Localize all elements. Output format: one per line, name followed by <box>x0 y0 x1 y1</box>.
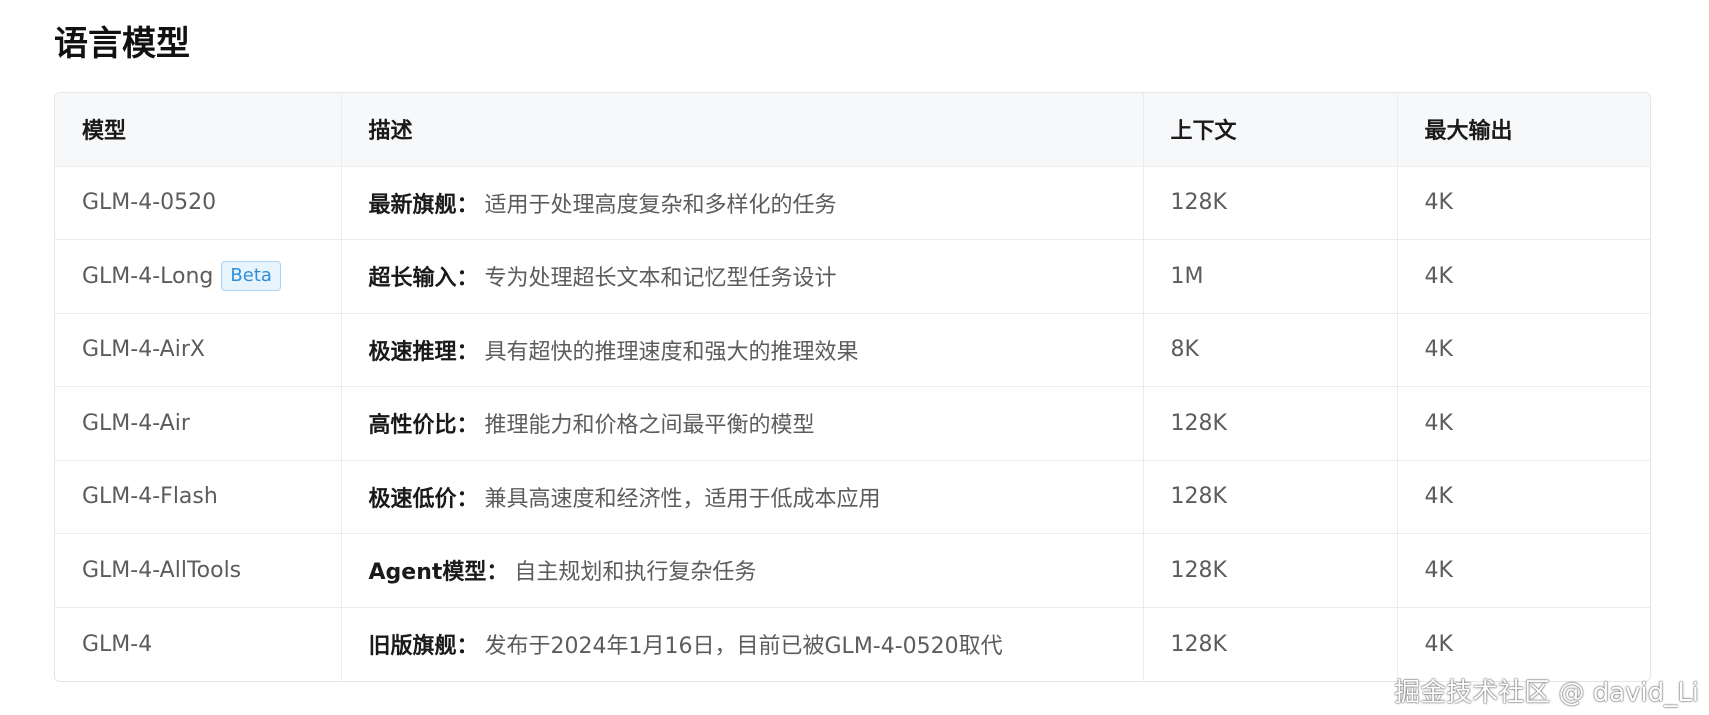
model-name: GLM-4-Flash <box>82 484 218 510</box>
cell-max-output: 4K <box>1397 239 1650 314</box>
cell-context: 8K <box>1143 313 1398 387</box>
cell-model: GLM-4-Air <box>55 386 342 461</box>
header-context: 上下文 <box>1143 93 1398 167</box>
description-label: 最新旗舰 <box>368 192 457 218</box>
cell-max-output: 4K <box>1397 533 1650 608</box>
table-row: GLM-4-Long Beta 超长输入： 专为处理超长文本和记忆型任务设计 1M … <box>55 239 1650 314</box>
description-text: 发布于2024年1月16日，目前已被GLM-4-0520取代 <box>484 634 1003 659</box>
description-colon: ： <box>456 266 479 292</box>
cell-model: GLM-4-AirX <box>55 313 342 387</box>
header-description: 描述 <box>341 93 1144 167</box>
model-name: GLM-4-0520 <box>82 190 217 216</box>
model-table: 模型 描述 上下文 最大输出 GLM-4-0520 最新旗舰： 适用于处理高度复杂… <box>55 93 1650 681</box>
model-name: GLM-4-Air <box>82 410 190 436</box>
cell-description: Agent模型： 自主规划和执行复杂任务 <box>341 533 1144 608</box>
description-label: Agent模型 <box>368 560 487 586</box>
description-text: 具有超快的推理速度和强大的推理效果 <box>484 339 859 365</box>
cell-description: 高性价比： 推理能力和价格之间最平衡的模型 <box>341 386 1144 461</box>
model-name: GLM-4-AllTools <box>82 557 242 583</box>
cell-max-output: 4K <box>1397 460 1650 534</box>
table-row: GLM-4-Air 高性价比： 推理能力和价格之间最平衡的模型 128K 4K <box>55 386 1650 461</box>
cell-model: GLM-4-Flash <box>55 460 342 534</box>
cell-model: GLM-4 <box>55 607 342 681</box>
header-model: 模型 <box>55 93 342 167</box>
description-label: 超长输入 <box>368 266 457 292</box>
table-row: GLM-4 旧版旗舰： 发布于2024年1月16日，目前已被GLM-4-0520取… <box>55 607 1650 681</box>
description-text: 自主规划和执行复杂任务 <box>514 560 757 586</box>
cell-description: 极速低价： 兼具高速度和经济性，适用于低成本应用 <box>341 460 1144 534</box>
cell-max-output: 4K <box>1397 386 1650 461</box>
description-text: 专为处理超长文本和记忆型任务设计 <box>484 266 837 292</box>
description-text: 推理能力和价格之间最平衡的模型 <box>484 413 815 439</box>
cell-context: 128K <box>1143 166 1398 240</box>
model-table-container: 模型 描述 上下文 最大输出 GLM-4-0520 最新旗舰： 适用于处理高度复杂… <box>54 92 1651 682</box>
watermark: 掘金技术社区 @ david_Li <box>1394 678 1699 708</box>
description-text: 适用于处理高度复杂和多样化的任务 <box>484 192 837 218</box>
description-colon: ： <box>456 486 479 512</box>
cell-description: 超长输入： 专为处理超长文本和记忆型任务设计 <box>341 239 1144 314</box>
model-name: GLM-4-Long <box>82 264 214 290</box>
table-row: GLM-4-AirX 极速推理： 具有超快的推理速度和强大的推理效果 8K 4K <box>55 313 1650 387</box>
table-row: GLM-4-AllTools Agent模型： 自主规划和执行复杂任务 128K … <box>55 533 1650 608</box>
description-label: 旧版旗舰 <box>368 634 457 659</box>
description-label: 极速低价 <box>368 486 457 512</box>
beta-badge: Beta <box>221 261 281 292</box>
page: 语言模型 模型 描述 上下文 最大输出 GLM-4-0520 最新旗舰： 适用于处… <box>0 0 1709 715</box>
cell-description: 最新旗舰： 适用于处理高度复杂和多样化的任务 <box>341 166 1144 240</box>
description-label: 高性价比 <box>368 413 457 439</box>
description-colon: ： <box>456 192 479 218</box>
table-header-row: 模型 描述 上下文 最大输出 <box>55 93 1650 167</box>
description-text: 兼具高速度和经济性，适用于低成本应用 <box>484 486 881 512</box>
table-row: GLM-4-Flash 极速低价： 兼具高速度和经济性，适用于低成本应用 128K… <box>55 460 1650 534</box>
cell-max-output: 4K <box>1397 313 1650 387</box>
cell-context: 128K <box>1143 460 1398 534</box>
description-colon: ： <box>456 339 479 365</box>
description-colon: ： <box>456 413 479 439</box>
model-name: GLM-4 <box>82 631 153 657</box>
section-title: 语言模型 <box>54 24 190 64</box>
cell-context: 1M <box>1143 239 1398 314</box>
description-colon: ： <box>456 634 479 659</box>
header-max-output: 最大输出 <box>1397 93 1650 167</box>
cell-model: GLM-4-0520 <box>55 166 342 240</box>
cell-description: 极速推理： 具有超快的推理速度和强大的推理效果 <box>341 313 1144 387</box>
cell-context: 128K <box>1143 533 1398 608</box>
cell-description: 旧版旗舰： 发布于2024年1月16日，目前已被GLM-4-0520取代 <box>341 607 1144 681</box>
description-label: 极速推理 <box>368 339 457 365</box>
model-name: GLM-4-AirX <box>82 337 205 363</box>
cell-context: 128K <box>1143 386 1398 461</box>
cell-model: GLM-4-AllTools <box>55 533 342 608</box>
cell-max-output: 4K <box>1424 631 1453 657</box>
cell-context: 128K <box>1143 607 1398 681</box>
description-colon: ： <box>486 560 509 586</box>
cell-model: GLM-4-Long Beta <box>55 239 342 314</box>
cell-max-output: 4K <box>1397 166 1650 240</box>
table-row: GLM-4-0520 最新旗舰： 适用于处理高度复杂和多样化的任务 128K 4K <box>55 166 1650 240</box>
